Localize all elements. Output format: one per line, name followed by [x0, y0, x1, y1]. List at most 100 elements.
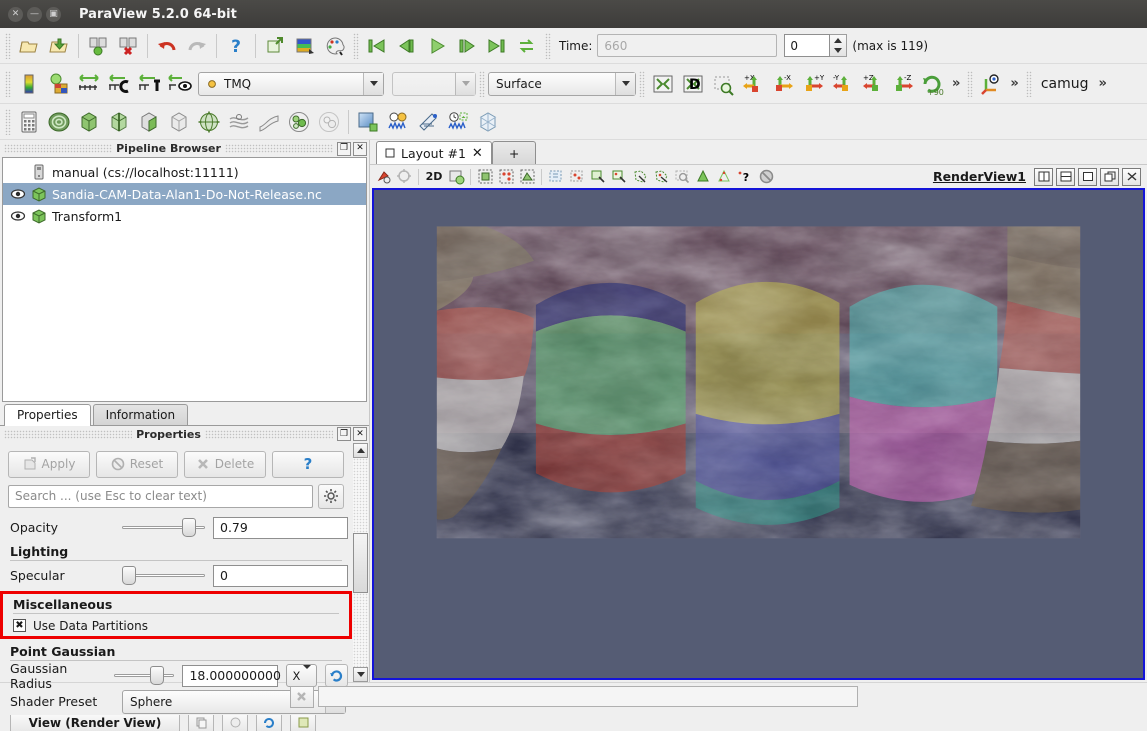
- view-save-icon[interactable]: [290, 714, 316, 731]
- pipeline-browser[interactable]: manual (cs://localhost:11111) Sandia-CAM…: [2, 157, 367, 402]
- plot-over-time-icon[interactable]: [443, 107, 473, 137]
- view-render-view-header[interactable]: View (Render View): [10, 714, 180, 731]
- hover-points-icon[interactable]: [609, 167, 629, 187]
- array-dropdown-arrow[interactable]: [363, 72, 383, 95]
- visibility-eye-icon[interactable]: [7, 188, 29, 200]
- pick-center-icon[interactable]: [394, 167, 414, 187]
- rescale-data-icon[interactable]: [74, 69, 104, 99]
- reset-camera-icon[interactable]: [648, 69, 678, 99]
- frame-input[interactable]: 0: [784, 34, 831, 57]
- representation-selector[interactable]: Surface: [488, 71, 636, 96]
- component-selector[interactable]: [392, 71, 476, 96]
- properties-help-button[interactable]: ?: [272, 450, 344, 478]
- frame-spinner[interactable]: [830, 34, 848, 57]
- plot-over-line-icon[interactable]: [353, 107, 383, 137]
- camera-plus-x-icon[interactable]: +X: [738, 69, 768, 99]
- gaussian-radius-input[interactable]: 18.000000000: [182, 664, 281, 687]
- extract-level-icon[interactable]: [314, 107, 344, 137]
- toolbar-overflow-2[interactable]: »: [1006, 76, 1022, 91]
- gaussian-radius-axis-selector[interactable]: X: [286, 664, 317, 687]
- select-points-icon[interactable]: [496, 167, 516, 187]
- camera-undo-icon[interactable]: [260, 31, 290, 61]
- window-maximize-button[interactable]: ▣: [46, 6, 61, 22]
- warp-icon[interactable]: [254, 107, 284, 137]
- toolbar-grip[interactable]: [967, 70, 974, 97]
- camera-minus-y-icon[interactable]: -Y: [828, 69, 858, 99]
- camera-orientation-icon[interactable]: [976, 69, 1006, 99]
- scroll-trough[interactable]: [353, 457, 368, 667]
- reset-range-icon[interactable]: [324, 664, 348, 687]
- view-copy-icon[interactable]: [188, 714, 214, 731]
- group-datasets-icon[interactable]: [284, 107, 314, 137]
- toolbar-grip[interactable]: [353, 32, 359, 59]
- view-reset-icon[interactable]: [256, 714, 282, 731]
- loop-button[interactable]: [512, 31, 542, 61]
- tab-properties[interactable]: Properties: [4, 403, 91, 426]
- undock-view-icon[interactable]: [1100, 167, 1119, 186]
- help-view-icon[interactable]: ?: [735, 167, 755, 187]
- toolbar-grip[interactable]: [545, 32, 551, 59]
- scalar-bar-icon[interactable]: [14, 69, 44, 99]
- reset-camera-view-icon[interactable]: [446, 167, 466, 187]
- pipeline-item-transform1[interactable]: Transform1: [3, 205, 366, 227]
- properties-scrollbar[interactable]: [352, 442, 369, 682]
- toolbar-grip[interactable]: [1025, 70, 1032, 97]
- split-horizontal-icon[interactable]: [1034, 167, 1053, 186]
- no-selection-icon[interactable]: [756, 167, 776, 187]
- pipeline-close-icon[interactable]: ✕: [353, 141, 368, 156]
- zoom-to-box-icon[interactable]: [708, 69, 738, 99]
- tab-layout-1[interactable]: Layout #1 ✕: [376, 141, 492, 164]
- camera-plus-z-icon[interactable]: +Z: [858, 69, 888, 99]
- scroll-thumb[interactable]: [353, 532, 368, 593]
- toolbar-overflow-3[interactable]: »: [1095, 76, 1111, 91]
- toolbar-grip[interactable]: [5, 32, 11, 59]
- apply-button[interactable]: Apply: [8, 450, 90, 478]
- next-frame-button[interactable]: [452, 31, 482, 61]
- use-data-partitions-row[interactable]: ✖ Use Data Partitions: [3, 616, 349, 636]
- rescale-time-icon[interactable]: [104, 69, 134, 99]
- reset-button[interactable]: Reset: [96, 450, 178, 478]
- toolbar-grip[interactable]: [479, 70, 485, 97]
- undo-icon[interactable]: [152, 31, 182, 61]
- slice-icon[interactable]: [104, 107, 134, 137]
- clip-icon[interactable]: [74, 107, 104, 137]
- plot-selection-icon[interactable]: [413, 107, 443, 137]
- spinner-down-icon[interactable]: [830, 46, 846, 57]
- reset-camera-closest-icon[interactable]: D: [678, 69, 708, 99]
- view-restore-icon[interactable]: [222, 714, 248, 731]
- stream-tracer-icon[interactable]: [224, 107, 254, 137]
- abort-icon[interactable]: [289, 685, 314, 708]
- glyph-icon[interactable]: [194, 107, 224, 137]
- previous-frame-button[interactable]: [392, 31, 422, 61]
- color-map-icon[interactable]: [290, 31, 320, 61]
- redo-icon[interactable]: [182, 31, 212, 61]
- pipeline-undock-icon[interactable]: ❐: [337, 141, 352, 156]
- rotate-90-icon[interactable]: +90: [918, 69, 948, 99]
- select-frustum-cells-icon[interactable]: [517, 167, 537, 187]
- first-frame-button[interactable]: [362, 31, 392, 61]
- hover-cells-icon[interactable]: [588, 167, 608, 187]
- window-minimize-button[interactable]: —: [27, 6, 42, 22]
- maximize-view-icon[interactable]: [1078, 167, 1097, 186]
- rescale-custom-icon[interactable]: [44, 69, 74, 99]
- scroll-down-arrow[interactable]: [353, 667, 368, 682]
- toolbar-overflow-1[interactable]: »: [948, 76, 964, 91]
- pipeline-item-server[interactable]: manual (cs://localhost:11111): [3, 161, 366, 183]
- gaussian-radius-slider[interactable]: [114, 666, 175, 686]
- window-close-button[interactable]: ✕: [8, 6, 23, 22]
- close-view-icon[interactable]: [1122, 167, 1141, 186]
- render-viewport[interactable]: [372, 188, 1145, 680]
- edit-color-map-icon[interactable]: [320, 31, 350, 61]
- visibility-eye-icon[interactable]: [7, 210, 29, 222]
- toolbar-grip[interactable]: [5, 70, 11, 97]
- connect-server-icon[interactable]: [83, 31, 113, 61]
- rescale-visible-icon[interactable]: [134, 69, 164, 99]
- rescale-visible-eye-icon[interactable]: [164, 69, 194, 99]
- zoom-box-icon[interactable]: [672, 167, 692, 187]
- spinner-up-icon[interactable]: [830, 35, 846, 46]
- toggle-2d-3d-button[interactable]: 2D: [423, 167, 445, 187]
- disconnect-server-icon[interactable]: [113, 31, 143, 61]
- toolbar-grip[interactable]: [5, 108, 11, 135]
- delete-button[interactable]: Delete: [184, 450, 266, 478]
- scroll-up-arrow[interactable]: [353, 442, 368, 458]
